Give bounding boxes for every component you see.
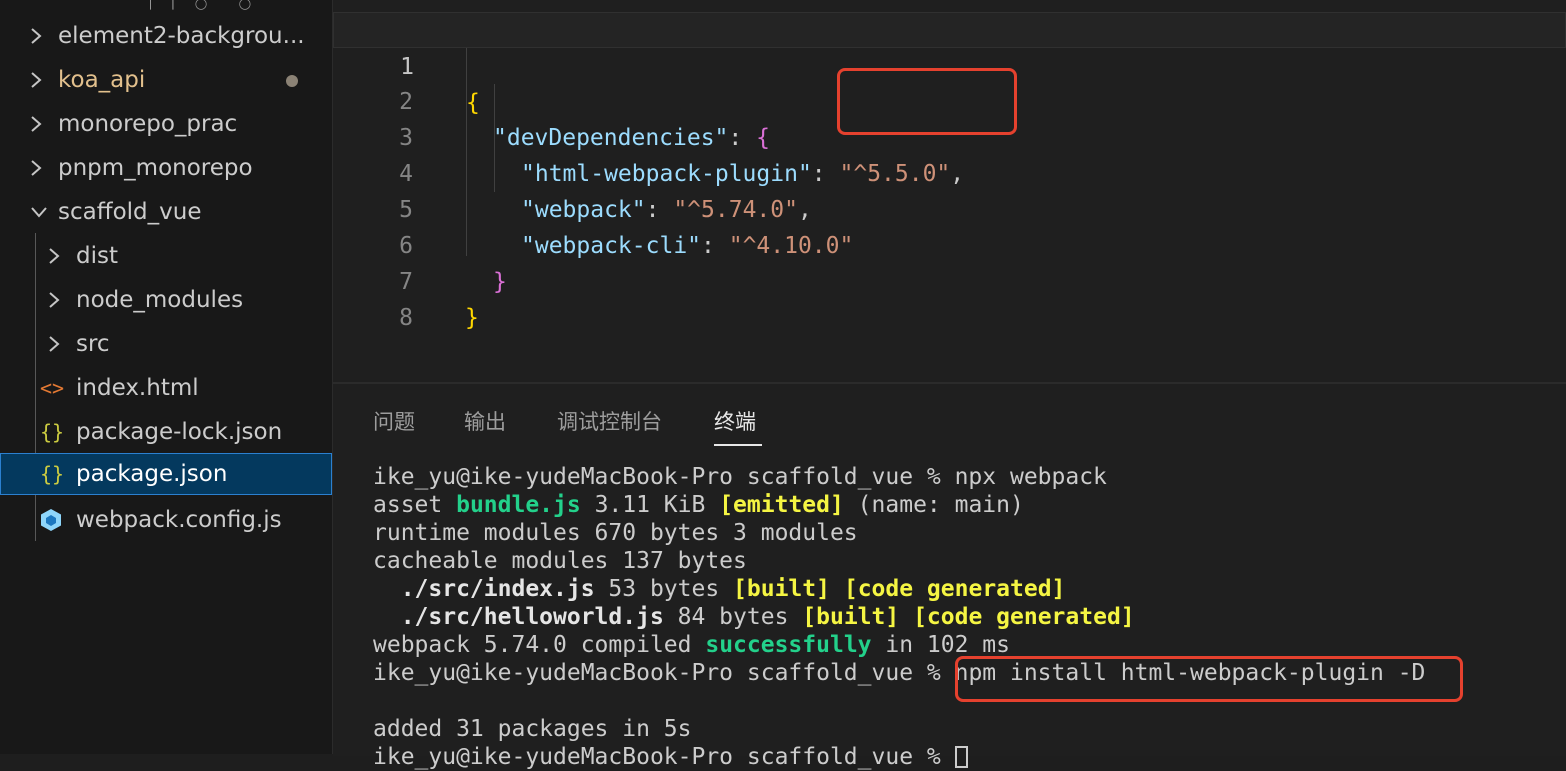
bottom-panel: 问题 输出 调试控制台 终端 ike_yu@ike-yudeMacBook-Pr… (333, 382, 1566, 770)
terminal-line: runtime modules 670 bytes 3 modules (373, 520, 858, 546)
line-number: 8 (399, 305, 413, 331)
explorer-sidebar: ▏▏◯ ◯ element2-backgrou... koa_api monor… (0, 0, 333, 754)
tab-output[interactable]: 输出 (464, 406, 506, 436)
chevron-right-icon (48, 291, 76, 309)
code-line[interactable]: 7 } (333, 228, 1566, 331)
breadcrumb: ‾‾‾‾‾‾‾‾‾‾‾‾‾‾‾‾‾‾‾‾‾‾‾‾‾‾‾‾‾‾‾‾‾‾‾‾‾‾‾‾ (353, 0, 593, 8)
chevron-right-icon (30, 159, 58, 177)
tree-folder-node-modules[interactable]: node_modules (0, 278, 332, 322)
html-file-icon: <> (40, 376, 65, 400)
terminal-text: ike_yu@ike-yudeMacBook-Pro scaffold_vue … (373, 660, 955, 686)
modified-dot-icon (286, 75, 298, 87)
tree-item-label: index.html (76, 375, 199, 401)
json-file-icon: {} (40, 420, 65, 444)
tree-item-label: package.json (76, 461, 228, 487)
terminal-text: 53 bytes (594, 576, 734, 602)
tree-folder-scaffold-vue[interactable]: scaffold_vue (0, 190, 332, 234)
chevron-right-icon (48, 335, 76, 353)
terminal-text: bundle.js (456, 492, 581, 518)
code-line[interactable]: 6 } (333, 192, 1566, 295)
tree-item-label: package-lock.json (76, 419, 283, 445)
tree-item-label: koa_api (58, 67, 146, 93)
tree-folder-pnpm-monorepo[interactable]: pnpm_monorepo (0, 146, 332, 190)
tree-folder-element2[interactable]: element2-backgrou... (0, 14, 332, 58)
tree-item-label: src (76, 331, 110, 357)
terminal-text: ./src/helloworld.js (373, 604, 664, 630)
terminal-line: cacheable modules 137 bytes (373, 548, 747, 574)
tree-item-label: scaffold_vue (58, 199, 202, 225)
chevron-right-icon (30, 27, 58, 45)
json-file-icon: {} (40, 462, 65, 486)
tree-file-package-json[interactable]: {} package.json (0, 453, 332, 495)
terminal-text: in 102 ms (871, 632, 1010, 658)
code-line[interactable]: 8 (333, 264, 1566, 331)
terminal-text: [built] (802, 604, 900, 630)
terminal-text: successfully (705, 632, 872, 658)
sidebar-toolbar-icons: ▏▏◯ ◯ (150, 0, 266, 10)
active-tab-indicator (714, 444, 762, 446)
code-line[interactable]: 1 { (333, 12, 1566, 116)
terminal-line: asset bundle.js 3.11 KiB [emitted] (name… (373, 491, 1024, 519)
terminal-line: ./src/index.js 53 bytes [built] [code ge… (373, 575, 1066, 603)
tree-file-webpack-config-js[interactable]: webpack.config.js (0, 498, 332, 542)
tree-item-label: pnpm_monorepo (58, 155, 253, 181)
terminal-line: added 31 packages in 5s (373, 716, 692, 742)
tree-item-label: dist (76, 243, 118, 269)
code-line[interactable]: 5 "webpack-cli": "^4.10.0" (333, 156, 1566, 259)
terminal-text: ike_yu@ike-yudeMacBook-Pro scaffold_vue … (373, 744, 955, 770)
tree-item-label: webpack.config.js (76, 507, 282, 533)
terminal-line: ./src/helloworld.js 84 bytes [built] [co… (373, 603, 1135, 631)
highlight-box-version (837, 68, 1017, 135)
terminal-text: [built] (733, 576, 830, 602)
highlight-box-command (955, 656, 1463, 702)
tree-folder-dist[interactable]: dist (0, 234, 332, 278)
tab-terminal[interactable]: 终端 (714, 406, 756, 436)
tree-item-label: monorepo_prac (58, 111, 238, 137)
chevron-right-icon (30, 115, 58, 133)
terminal-line: ike_yu@ike-yudeMacBook-Pro scaffold_vue … (373, 464, 1107, 490)
chevron-down-icon (30, 206, 58, 218)
terminal-text: [code generated] (913, 604, 1135, 630)
chevron-right-icon (48, 247, 76, 265)
tree-folder-src[interactable]: src (0, 322, 332, 366)
terminal-text: [emitted] (719, 492, 844, 518)
chevron-right-icon (30, 71, 58, 89)
terminal-cursor (954, 746, 968, 768)
tab-problems[interactable]: 问题 (373, 406, 415, 436)
tree-item-label: element2-backgrou... (58, 23, 305, 49)
code-editor[interactable]: ‾‾‾‾‾‾‾‾‾‾‾‾‾‾‾‾‾‾‾‾‾‾‾‾‾‾‾‾‾‾‾‾‾‾‾‾‾‾‾‾… (333, 0, 1566, 382)
webpack-file-icon (40, 508, 72, 532)
terminal-text: 84 bytes (663, 604, 803, 630)
tree-file-index-html[interactable]: <> index.html (0, 366, 332, 410)
terminal-line: webpack 5.74.0 compiled successfully in … (373, 631, 1010, 659)
tree-file-package-lock-json[interactable]: {} package-lock.json (0, 410, 332, 454)
terminal-text: ./src/index.js (373, 576, 595, 602)
tab-debug-console[interactable]: 调试控制台 (557, 406, 662, 436)
terminal-text: [code generated] (843, 576, 1066, 602)
code-token: } (465, 305, 479, 331)
tree-folder-monorepo-prac[interactable]: monorepo_prac (0, 102, 332, 146)
terminal-text: webpack 5.74.0 compiled (373, 632, 706, 658)
tree-folder-koa-api[interactable]: koa_api (0, 58, 332, 102)
terminal-text: 3.11 KiB (580, 492, 720, 518)
tree-item-label: node_modules (76, 287, 244, 313)
terminal-text: (name: main) (843, 492, 1024, 518)
terminal-text: asset (373, 492, 457, 518)
terminal-prompt[interactable]: ike_yu@ike-yudeMacBook-Pro scaffold_vue … (373, 743, 968, 771)
